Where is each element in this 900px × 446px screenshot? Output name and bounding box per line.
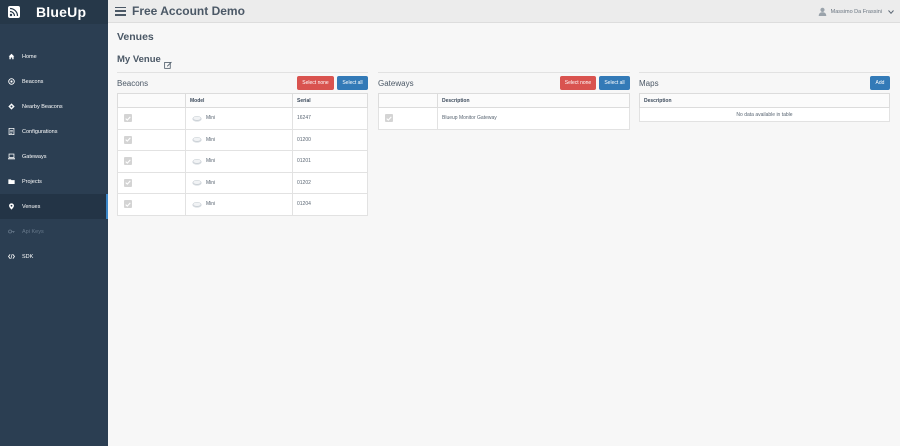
maps-panel-header: Maps Add (639, 72, 890, 92)
chevron-down-icon (888, 9, 894, 14)
beacon-model-icon (192, 115, 202, 122)
beacon-serial: 01201 (292, 150, 368, 173)
sidebar: BlueUp Home Beacons Nearby Beacons Confi… (0, 0, 108, 446)
column-header-description[interactable]: Description (437, 93, 630, 108)
account-title: Free Account Demo (132, 4, 245, 18)
sidebar-nav: Home Beacons Nearby Beacons Configuratio… (0, 44, 108, 269)
user-name: Massimo Da Frassini (830, 8, 882, 15)
row-checkbox[interactable] (124, 178, 132, 187)
beacon-model: Mini (206, 136, 216, 143)
gateways-panel-title: Gateways (378, 78, 414, 88)
beacon-model: Mini (206, 158, 216, 165)
table-row[interactable]: Mini 01202 (117, 171, 368, 194)
beacons-panel: Beacons Select none Select all Model Ser… (117, 72, 368, 216)
logo-icon (8, 6, 20, 18)
beacon-serial: 01204 (292, 193, 368, 216)
maps-panel: Maps Add Description No data available i… (639, 72, 890, 122)
gateways-select-none-button[interactable]: Select none (560, 76, 596, 90)
map-pin-icon (8, 203, 15, 210)
gateways-panel: Gateways Select none Select all Descript… (378, 72, 630, 130)
beacon-model-icon (192, 201, 202, 208)
sidebar-item-label: Projects (22, 178, 42, 185)
table-row[interactable]: Mini 01200 (117, 128, 368, 151)
home-icon (8, 53, 15, 60)
document-icon (8, 128, 15, 135)
sidebar-item-projects[interactable]: Projects (0, 169, 108, 194)
beacon-serial: 16247 (292, 107, 368, 130)
sidebar-item-label: Configurations (22, 128, 58, 135)
user-menu[interactable]: Massimo Da Frassini (818, 0, 894, 23)
brand-name: BlueUp (36, 4, 87, 20)
table-row[interactable]: Mini 16247 (117, 107, 368, 130)
beacon-serial: 01200 (292, 128, 368, 151)
sidebar-item-venues[interactable]: Venues (0, 194, 108, 219)
table-row[interactable]: Mini 01204 (117, 193, 368, 216)
beacons-table: Model Serial Mini 16247 Mini 01200 Mini … (117, 93, 368, 216)
sidebar-item-gateways[interactable]: Gateways (0, 144, 108, 169)
column-header-select (378, 93, 438, 108)
beacon-model: Mini (206, 115, 216, 122)
beacon-icon (8, 78, 15, 85)
beacon-model-icon (192, 137, 202, 143)
sidebar-item-label: Gateways (22, 153, 47, 160)
row-checkbox[interactable] (124, 114, 132, 123)
brand[interactable]: BlueUp (0, 0, 108, 24)
venue-name: My Venue (117, 54, 161, 65)
sidebar-item-sdk[interactable]: SDK (0, 244, 108, 269)
sidebar-item-label: SDK (22, 253, 34, 260)
column-header-select (117, 93, 186, 108)
maps-panel-title: Maps (639, 78, 659, 88)
column-header-model[interactable]: Model (185, 93, 293, 108)
gateways-select-all-button[interactable]: Select all (599, 76, 630, 90)
row-checkbox[interactable] (124, 135, 132, 144)
sidebar-item-label: Nearby Beacons (22, 103, 63, 110)
row-checkbox[interactable] (124, 200, 132, 209)
sidebar-item-configurations[interactable]: Configurations (0, 119, 108, 144)
main-content: Venues My Venue Beacons Select none Sele… (117, 30, 892, 216)
column-header-description[interactable]: Description (639, 93, 890, 108)
laptop-icon (8, 153, 15, 160)
hamburger-menu-icon[interactable] (115, 6, 126, 16)
beacons-select-all-button[interactable]: Select all (337, 76, 368, 90)
key-icon (8, 228, 15, 235)
sidebar-item-nearby-beacons[interactable]: Nearby Beacons (0, 94, 108, 119)
table-row[interactable]: Mini 01201 (117, 150, 368, 173)
empty-table-message: No data available in table (639, 107, 890, 122)
maps-add-button[interactable]: Add (870, 76, 890, 90)
sidebar-item-beacons[interactable]: Beacons (0, 69, 108, 94)
sidebar-item-label: Beacons (22, 78, 44, 85)
beacon-model-icon (192, 158, 202, 165)
row-checkbox[interactable] (124, 157, 132, 166)
row-checkbox[interactable] (385, 114, 393, 123)
gateway-description: Blueup Monitor Gateway (437, 107, 630, 130)
column-header-serial[interactable]: Serial (292, 93, 368, 108)
beacon-serial: 01202 (292, 171, 368, 194)
topbar: Free Account Demo Massimo Da Frassini (108, 0, 900, 23)
beacon-model: Mini (206, 179, 216, 186)
nearby-icon (8, 103, 15, 110)
sidebar-item-label: Home (22, 53, 37, 60)
gateways-panel-header: Gateways Select none Select all (378, 72, 630, 92)
beacons-panel-header: Beacons Select none Select all (117, 72, 368, 92)
sidebar-item-api-keys[interactable]: Api Keys (0, 219, 108, 244)
venue-header: My Venue (117, 53, 892, 69)
sidebar-item-label: Venues (22, 203, 41, 210)
code-icon (8, 253, 15, 260)
table-row: No data available in table (639, 107, 890, 122)
maps-table: Description No data available in table (639, 93, 890, 122)
beacons-panel-title: Beacons (117, 78, 149, 88)
beacon-model-icon (192, 180, 202, 186)
beacon-model: Mini (206, 201, 216, 208)
sidebar-item-label: Api Keys (22, 228, 44, 235)
user-avatar-icon (818, 7, 827, 16)
gateways-table: Description Blueup Monitor Gateway (378, 93, 630, 130)
edit-icon[interactable] (164, 56, 172, 69)
folder-icon (8, 178, 15, 185)
page-title: Venues (117, 31, 154, 43)
table-row[interactable]: Blueup Monitor Gateway (378, 107, 630, 130)
sidebar-item-home[interactable]: Home (0, 44, 108, 69)
beacons-select-none-button[interactable]: Select none (297, 76, 334, 90)
